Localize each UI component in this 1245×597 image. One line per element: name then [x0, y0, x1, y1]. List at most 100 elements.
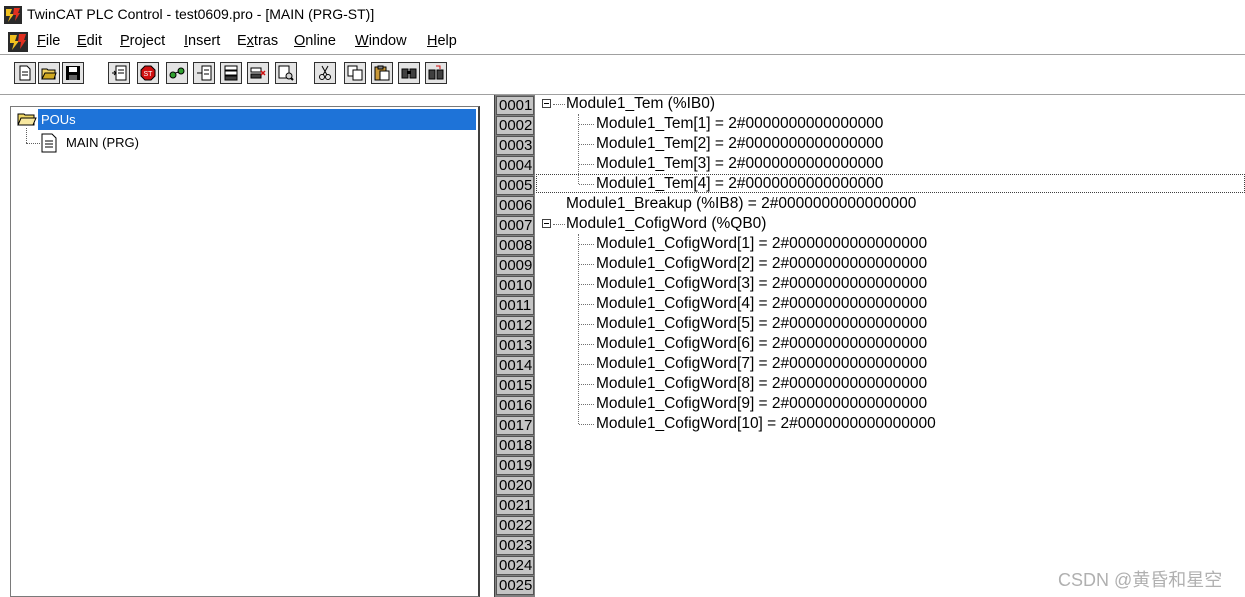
find-next-button[interactable] [398, 62, 420, 84]
line-number[interactable]: 0014 [496, 356, 534, 375]
tree-root-label[interactable]: POUs [41, 112, 76, 127]
tree-connector [579, 304, 594, 305]
menu-help[interactable]: Help [427, 33, 457, 49]
line-number[interactable]: 0021 [496, 496, 534, 515]
line-number[interactable]: 0013 [496, 336, 534, 355]
line-number[interactable]: 0023 [496, 536, 534, 555]
line-number[interactable]: 0019 [496, 456, 534, 475]
collapse-box-icon[interactable] [542, 99, 551, 108]
code-line-16[interactable]: Module1_CofigWord[9] = 2#000000000000000… [596, 395, 927, 413]
twincat-app-icon [4, 6, 22, 24]
pane-splitter[interactable] [480, 95, 494, 597]
menu-file[interactable]: File [37, 33, 60, 49]
code-line-7[interactable]: Module1_CofigWord (%QB0) [566, 215, 766, 233]
object-organizer-pane[interactable] [10, 106, 480, 597]
line-number[interactable]: 0005 [496, 176, 534, 195]
document-icon [41, 133, 57, 153]
tree-connector [579, 264, 594, 265]
line-number[interactable]: 0020 [496, 476, 534, 495]
login-button[interactable] [108, 62, 130, 84]
breakpoint-icon [224, 65, 238, 81]
tree-connector [26, 143, 40, 144]
line-number[interactable]: 0024 [496, 556, 534, 575]
menu-project[interactable]: Project [120, 33, 165, 49]
code-line-10[interactable]: Module1_CofigWord[3] = 2#000000000000000… [596, 275, 927, 293]
code-line-15[interactable]: Module1_CofigWord[8] = 2#000000000000000… [596, 375, 927, 393]
open-button[interactable] [38, 62, 60, 84]
watermark-text: CSDN @黄昏和星空 [1058, 570, 1223, 590]
window-title: TwinCAT PLC Control - test0609.pro - [MA… [27, 6, 375, 22]
tree-root-selection[interactable] [38, 109, 476, 130]
code-line-14[interactable]: Module1_CofigWord[7] = 2#000000000000000… [596, 355, 927, 373]
line-number[interactable]: 0012 [496, 316, 534, 335]
line-number[interactable]: 0015 [496, 376, 534, 395]
tree-connector [579, 324, 594, 325]
code-line-6[interactable]: Module1_Breakup (%IB8) = 2#0000000000000… [566, 195, 916, 213]
line-number[interactable]: 0016 [496, 396, 534, 415]
code-line-5[interactable]: Module1_Tem[4] = 2#0000000000000000 [596, 175, 883, 193]
line-number[interactable]: 0018 [496, 436, 534, 455]
line-number[interactable]: 0003 [496, 136, 534, 155]
find-button[interactable] [275, 62, 297, 84]
breakpoint-button[interactable] [220, 62, 242, 84]
line-number[interactable]: 0007 [496, 216, 534, 235]
login-icon [112, 65, 127, 81]
tree-item-main[interactable]: MAIN (PRG) [66, 135, 139, 150]
menu-edit[interactable]: Edit [77, 33, 102, 49]
replace-button[interactable] [425, 62, 447, 84]
code-line-17[interactable]: Module1_CofigWord[10] = 2#00000000000000… [596, 415, 936, 433]
code-line-1[interactable]: Module1_Tem (%IB0) [566, 95, 715, 113]
toggle-breakpoint-button[interactable] [247, 62, 269, 84]
menu-extras[interactable]: Extras [237, 33, 278, 49]
replace-icon [428, 65, 444, 80]
new-file-icon [19, 65, 31, 81]
line-number[interactable]: 0004 [496, 156, 534, 175]
line-number[interactable]: 0025 [496, 576, 534, 595]
tree-connector [26, 128, 27, 143]
step-in-icon [197, 65, 212, 81]
tree-connector [579, 144, 594, 145]
code-line-13[interactable]: Module1_CofigWord[6] = 2#000000000000000… [596, 335, 927, 353]
stop-button[interactable]: ST [137, 62, 159, 84]
line-number[interactable]: 0011 [496, 296, 534, 315]
code-line-8[interactable]: Module1_CofigWord[1] = 2#000000000000000… [596, 235, 927, 253]
open-folder-icon [17, 113, 37, 126]
run-button[interactable] [166, 62, 188, 84]
line-number[interactable]: 0017 [496, 416, 534, 435]
code-line-11[interactable]: Module1_CofigWord[4] = 2#000000000000000… [596, 295, 927, 313]
toggle-breakpoint-icon [250, 67, 266, 79]
code-line-2[interactable]: Module1_Tem[1] = 2#0000000000000000 [596, 115, 883, 133]
code-line-4[interactable]: Module1_Tem[3] = 2#0000000000000000 [596, 155, 883, 173]
line-number[interactable]: 0008 [496, 236, 534, 255]
paste-icon [374, 65, 390, 81]
document-system-menu-icon[interactable] [8, 32, 28, 52]
code-line-12[interactable]: Module1_CofigWord[5] = 2#000000000000000… [596, 315, 927, 333]
menu-insert[interactable]: Insert [184, 33, 220, 49]
code-line-3[interactable]: Module1_Tem[2] = 2#0000000000000000 [596, 135, 883, 153]
menu-window[interactable]: Window [355, 33, 407, 49]
tree-connector [579, 124, 594, 125]
save-button[interactable] [62, 62, 84, 84]
cut-button[interactable] [314, 62, 336, 84]
menu-bar: File Edit Project Insert Extras Online W… [0, 30, 1245, 54]
line-number[interactable]: 0009 [496, 256, 534, 275]
menu-divider [0, 54, 1245, 55]
copy-icon [347, 65, 363, 81]
line-number[interactable]: 0010 [496, 276, 534, 295]
tree-connector [579, 404, 594, 405]
new-file-button[interactable] [14, 62, 36, 84]
line-number[interactable]: 0001 [496, 96, 534, 115]
code-line-9[interactable]: Module1_CofigWord[2] = 2#000000000000000… [596, 255, 927, 273]
step-in-button[interactable] [193, 62, 215, 84]
tree-connector [579, 364, 594, 365]
cut-icon [319, 65, 331, 80]
collapse-box-icon[interactable] [542, 219, 551, 228]
paste-button[interactable] [371, 62, 393, 84]
copy-button[interactable] [344, 62, 366, 84]
line-number[interactable]: 0006 [496, 196, 534, 215]
menu-online[interactable]: Online [294, 33, 336, 49]
line-number[interactable]: 0022 [496, 516, 534, 535]
line-number[interactable]: 0002 [496, 116, 534, 135]
tree-connector [553, 224, 565, 225]
open-folder-icon [41, 68, 57, 80]
